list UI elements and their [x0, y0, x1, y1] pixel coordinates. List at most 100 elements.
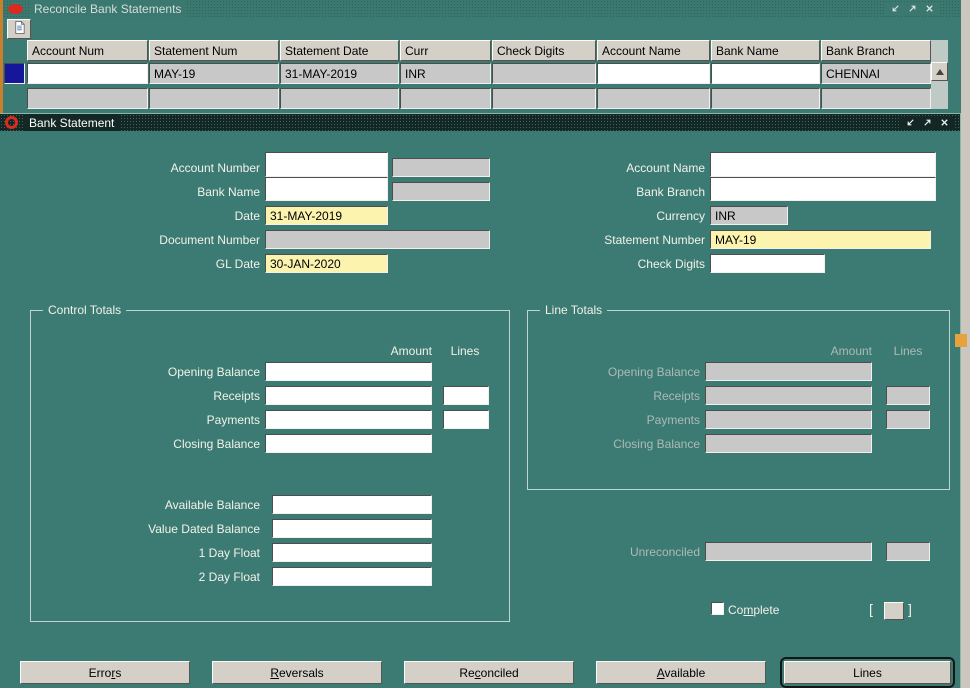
reversals-button[interactable]: Reversals [212, 661, 382, 684]
account-name-field[interactable] [710, 152, 936, 177]
check-digits-field[interactable] [710, 254, 825, 273]
ct-opening-balance-label: Opening Balance [167, 365, 260, 379]
lt-closing-balance-amount-field [705, 434, 872, 453]
complete-label-part: Co [728, 603, 744, 617]
complete-checkbox[interactable] [711, 602, 724, 615]
unreconciled-amount-field [705, 542, 872, 561]
cell-statement-date-row2 [280, 88, 399, 109]
reconcile-window: Reconcile Bank Statements Account Num St… [3, 0, 961, 109]
lt-opening-balance-amount-field [705, 362, 872, 381]
oracle-forms-screen: Reconcile Bank Statements Account Num St… [0, 0, 970, 688]
ct-payments-lines-field[interactable] [443, 410, 489, 429]
statement-window-title: Bank Statement [24, 114, 120, 131]
reconciled-button[interactable]: Reconciled [404, 661, 574, 684]
available-button[interactable]: Available [596, 661, 766, 684]
control-totals-title: Control Totals [43, 303, 127, 317]
ct-opening-balance-amount-field[interactable] [265, 362, 432, 381]
statement-number-field[interactable]: MAY-19 [710, 230, 931, 249]
statement-titlebar[interactable]: Bank Statement [0, 113, 960, 131]
ct-closing-balance-label: Closing Balance [173, 437, 260, 451]
lt-amount-header: Amount [830, 344, 872, 358]
reconcile-window-title: Reconcile Bank Statements [29, 0, 187, 17]
complete-label-mnemonic: m [743, 603, 754, 617]
one-day-float-field[interactable] [272, 543, 432, 562]
lines-button-focus-ring: Lines [780, 657, 955, 688]
cell-bank-branch-row2 [821, 88, 931, 109]
column-header-check-digits: Check Digits [492, 40, 596, 61]
complete-label: Complete [728, 603, 818, 618]
complete-label-part: plete [753, 603, 780, 617]
lt-payments-label: Payments [646, 413, 700, 427]
lt-receipts-label: Receipts [653, 389, 700, 403]
button-label: Re [459, 665, 475, 680]
account-number-desc-field [392, 158, 490, 177]
button-label: s [115, 665, 122, 680]
button-label: Lines [853, 665, 882, 680]
date-field[interactable]: 31-MAY-2019 [265, 206, 388, 225]
ct-amount-header: Amount [390, 344, 432, 358]
scrollbar-thumb[interactable] [931, 62, 948, 81]
available-balance-field[interactable] [272, 495, 432, 514]
account-name-label: Account Name [626, 161, 705, 175]
bank-branch-field[interactable] [710, 177, 936, 201]
account-number-label: Account Number [170, 161, 260, 175]
ct-receipts-lines-field[interactable] [443, 386, 489, 405]
close-icon[interactable] [922, 2, 936, 15]
two-day-float-field[interactable] [272, 567, 432, 586]
button-label: Erro [88, 665, 112, 680]
column-header-bank-name: Bank Name [711, 40, 820, 61]
errors-button[interactable]: Errors [20, 661, 190, 684]
lines-button[interactable]: Lines [784, 661, 951, 684]
close-icon[interactable] [937, 116, 951, 129]
column-header-bank-branch: Bank Branch [821, 40, 931, 61]
button-mnemonic: A [656, 665, 665, 680]
button-label: eversals [278, 665, 324, 680]
cell-account-name-row2 [597, 88, 710, 109]
statement-window-controls [901, 116, 953, 129]
button-mnemonic: R [270, 665, 279, 680]
ct-receipts-label: Receipts [213, 389, 260, 403]
cell-account-name[interactable] [597, 63, 710, 84]
cell-check-digits [492, 63, 596, 84]
currency-label: Currency [656, 209, 705, 223]
scroll-up-icon [935, 69, 944, 75]
ct-closing-balance-amount-field[interactable] [265, 434, 432, 453]
record-selector[interactable] [4, 63, 25, 84]
value-dated-balance-field[interactable] [272, 519, 432, 538]
document-number-label: Document Number [159, 233, 260, 247]
column-header-curr: Curr [400, 40, 491, 61]
maximize-icon[interactable] [920, 116, 934, 129]
toolbar-document-button[interactable] [7, 19, 31, 39]
reconcile-titlebar[interactable]: Reconcile Bank Statements [3, 0, 961, 17]
oracle-logo-icon [8, 3, 23, 14]
ct-payments-amount-field[interactable] [265, 410, 432, 429]
unreconciled-lines-field [886, 542, 930, 561]
maximize-icon[interactable] [905, 2, 919, 15]
ct-receipts-amount-field[interactable] [265, 386, 432, 405]
document-icon [13, 20, 26, 38]
bank-branch-label: Bank Branch [636, 185, 705, 199]
coordination-button[interactable] [884, 602, 904, 620]
restore-icon[interactable] [903, 116, 917, 129]
gl-date-field[interactable]: 30-JAN-2020 [265, 254, 388, 273]
cell-account-num[interactable] [27, 63, 148, 84]
cell-bank-name-row2 [711, 88, 820, 109]
lt-lines-header: Lines [893, 344, 923, 358]
account-number-field[interactable] [265, 152, 388, 177]
table-scrollbar[interactable] [931, 40, 948, 109]
bank-statement-window: Bank Statement Account Number Bank Name … [0, 113, 961, 688]
cell-check-digits-row2 [492, 88, 596, 109]
column-header-account-name: Account Name [597, 40, 710, 61]
lt-closing-balance-label: Closing Balance [613, 437, 700, 451]
column-header-statement-date: Statement Date [280, 40, 399, 61]
restore-icon[interactable] [888, 2, 902, 15]
lt-receipts-lines-field [886, 386, 930, 405]
cell-curr-row2 [400, 88, 491, 109]
ct-lines-header: Lines [450, 344, 480, 358]
bank-name-field[interactable] [265, 177, 388, 201]
cell-bank-name[interactable] [711, 63, 820, 84]
available-balance-label: Available Balance [164, 498, 260, 512]
oracle-ring-logo-icon [5, 116, 18, 129]
cell-statement-date: 31-MAY-2019 [280, 63, 399, 84]
cell-statement-num: MAY-19 [149, 63, 279, 84]
